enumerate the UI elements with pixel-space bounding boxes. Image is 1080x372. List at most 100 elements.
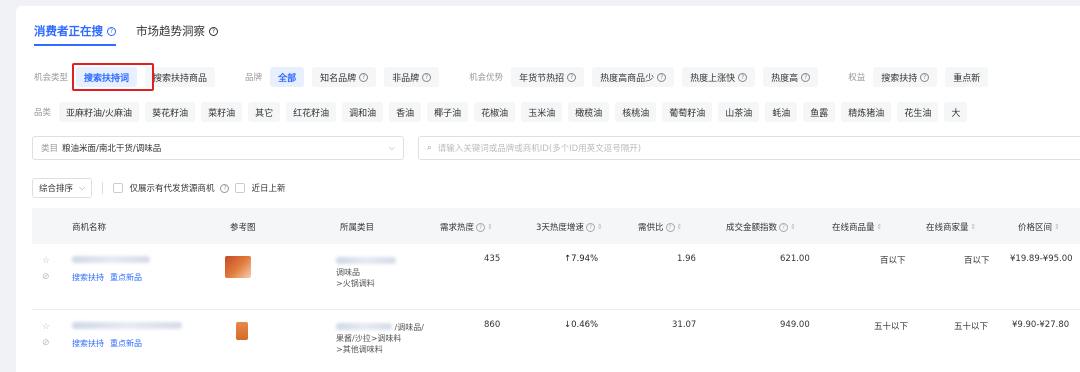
opportunity-name-redacted [72,256,150,266]
col-price[interactable]: 价格区间 ⇕ [1018,221,1060,233]
tag-search-support: 搜索扶持 [72,273,104,282]
gmv-value: 621.00 [780,254,810,264]
ratio-value: 31.07 [672,320,697,330]
category-chip[interactable]: 香油 [389,102,422,122]
category-select[interactable]: 类目 粮油米面/南北干货/调味品 ⌵ [32,136,404,160]
sort-icon: ⇕ [970,223,977,231]
tab-market-trend[interactable]: 市场趋势洞察 ? [136,22,218,40]
product-thumbnail[interactable] [225,256,251,278]
category-chip[interactable]: 橄榄油 [568,102,610,122]
col-label: 成交金额指数 [726,223,778,233]
table-row[interactable]: ☆ ⊘ 搜索扶持 重点新品 调味品 >火锅调料 435 ↑7.94% 1.96 … [32,244,1080,310]
category-chip[interactable]: 调和油 [342,102,384,122]
search-placeholder: 请输入关键词或品牌或商机ID(多个ID用英文逗号隔开) [437,144,642,154]
category-label: 品类 [34,108,52,118]
sort-label: 综合排序 [39,184,74,194]
sort-icon: ⇕ [1054,223,1060,231]
category-chip[interactable]: 蚝油 [765,102,798,122]
sort-select[interactable]: 综合排序 ⌵ [32,178,93,198]
row-actions: ☆ ⊘ [42,256,50,282]
category-line: 调味品 [336,268,360,277]
advantage-hot[interactable]: 热度高? [763,67,819,87]
table-row[interactable]: ☆ ⊘ 搜索扶持 重点新品 /调味品/ 果酱/沙拉>调味料 >其他调味料 860… [32,310,1080,372]
table-header: 商机名称 参考图 所属类目 需求热度? ⇕ 3天热度增速? ⇕ 需供比? ⇕ 成交金额… [32,208,1080,244]
category-line: >火锅调料 [336,279,375,288]
filter-row-category: 品类 亚麻籽油/火麻油 葵花籽油 菜籽油 其它 红花籽油 调和油 香油 椰子油 … [34,102,973,122]
category-chip[interactable]: 山茶油 [718,102,760,122]
category-chip[interactable]: 核桃油 [615,102,657,122]
product-thumbnail[interactable] [236,322,248,340]
select-value: 粮油米面/南北干货/调味品 [62,144,162,154]
col-label: 在线商家量 [926,223,969,233]
col-sellers[interactable]: 在线商家量 ⇕ [926,221,976,233]
category-chip[interactable]: 红花籽油 [286,102,337,122]
help-icon[interactable]: ? [220,183,230,193]
category-chip[interactable]: 葡萄籽油 [662,102,713,122]
checkbox-new[interactable] [235,183,246,193]
brand-all[interactable]: 全部 [270,67,305,87]
price-value: ¥9.90-¥27.80 [1012,320,1070,330]
brand-famous[interactable]: 知名品牌? [312,67,377,87]
tab-bar: 消费者正在搜 ? 市场趋势洞察 ? [34,22,218,46]
category-chip[interactable]: 鱼露 [803,102,836,122]
advantage-hot-few[interactable]: 热度高商品少? [592,67,675,87]
col-ratio[interactable]: 需供比? ⇕ [638,221,682,233]
category-line: >其他调味料 [336,345,383,354]
row-actions: ☆ ⊘ [42,322,50,348]
chevron-down-icon: ⌵ [79,183,86,193]
benefit-new[interactable]: 重点新 [945,67,989,87]
benefit-label: 权益 [848,73,866,83]
category-chip[interactable]: 花生油 [897,102,939,122]
price-value: ¥19.89-¥95.00 [1010,254,1073,264]
category-chip[interactable]: 玉米油 [521,102,563,122]
sort-row: 综合排序 ⌵ 仅展示有代发货源商机 ? 近日上新 [32,178,286,198]
tab-consumer-search[interactable]: 消费者正在搜 ? [34,22,116,46]
col-label: 所属类目 [340,223,375,233]
benefit-search[interactable]: 搜索扶持? [873,67,938,87]
search-input[interactable]: ⌕ 请输入关键词或品牌或商机ID(多个ID用英文逗号隔开) [418,136,1080,160]
checkbox-dropship[interactable] [113,183,124,193]
help-icon[interactable]: ? [209,26,218,36]
category-chip[interactable]: 葵花籽油 [145,102,196,122]
growth-value: ↓0.46% [564,320,599,330]
block-icon[interactable]: ⊘ [42,272,50,282]
help-icon: ? [567,72,577,82]
category-chip[interactable]: 大 [944,102,968,122]
advantage-label: 机会优势 [469,73,504,83]
select-key: 类目 [41,144,59,154]
col-items[interactable]: 在线商品量 ⇕ [832,221,882,233]
col-growth[interactable]: 3天热度增速? ⇕ [536,221,603,233]
col-label: 在线商品量 [832,223,875,233]
sort-icon: ⇕ [487,223,493,231]
col-image: 参考图 [230,221,256,233]
help-icon[interactable]: ? [107,26,116,36]
category-chip[interactable]: 花椒油 [474,102,516,122]
col-gmv[interactable]: 成交金额指数? ⇕ [726,221,796,233]
advantage-rising[interactable]: 热度上涨快? [682,67,756,87]
block-icon[interactable]: ⊘ [42,338,50,348]
growth-value: ↑7.94% [564,254,599,264]
category-chip[interactable]: 精炼猪油 [841,102,892,122]
col-label: 商机名称 [72,223,107,233]
category-chip[interactable]: 其它 [248,102,281,122]
row-tags: 搜索扶持 重点新品 [72,338,142,349]
advantage-newyear[interactable]: 年货节热招? [511,67,585,87]
star-icon[interactable]: ☆ [42,322,50,332]
col-category: 所属类目 [340,221,374,233]
col-label: 价格区间 [1018,223,1053,233]
brand-non[interactable]: 非品牌? [384,67,440,87]
tag-key-new: 重点新品 [110,273,142,282]
sort-icon: ⇕ [596,223,603,231]
star-icon[interactable]: ☆ [42,256,50,266]
col-heat[interactable]: 需求热度? ⇕ [440,221,493,233]
row-category: 调味品 >火锅调料 [336,256,396,289]
gmv-value: 949.00 [780,320,810,330]
opp-type-search-goods[interactable]: 搜索扶持商品 [145,67,216,87]
col-name: 商机名称 [72,221,106,233]
category-chip[interactable]: 菜籽油 [201,102,243,122]
category-chip[interactable]: 椰子油 [427,102,469,122]
category-chip[interactable]: 亚麻籽油/火麻油 [59,102,140,122]
ratio-value: 1.96 [677,254,696,264]
row-category: /调味品/ 果酱/沙拉>调味料 >其他调味料 [336,322,424,355]
chip-label: 热度高 [771,73,799,84]
